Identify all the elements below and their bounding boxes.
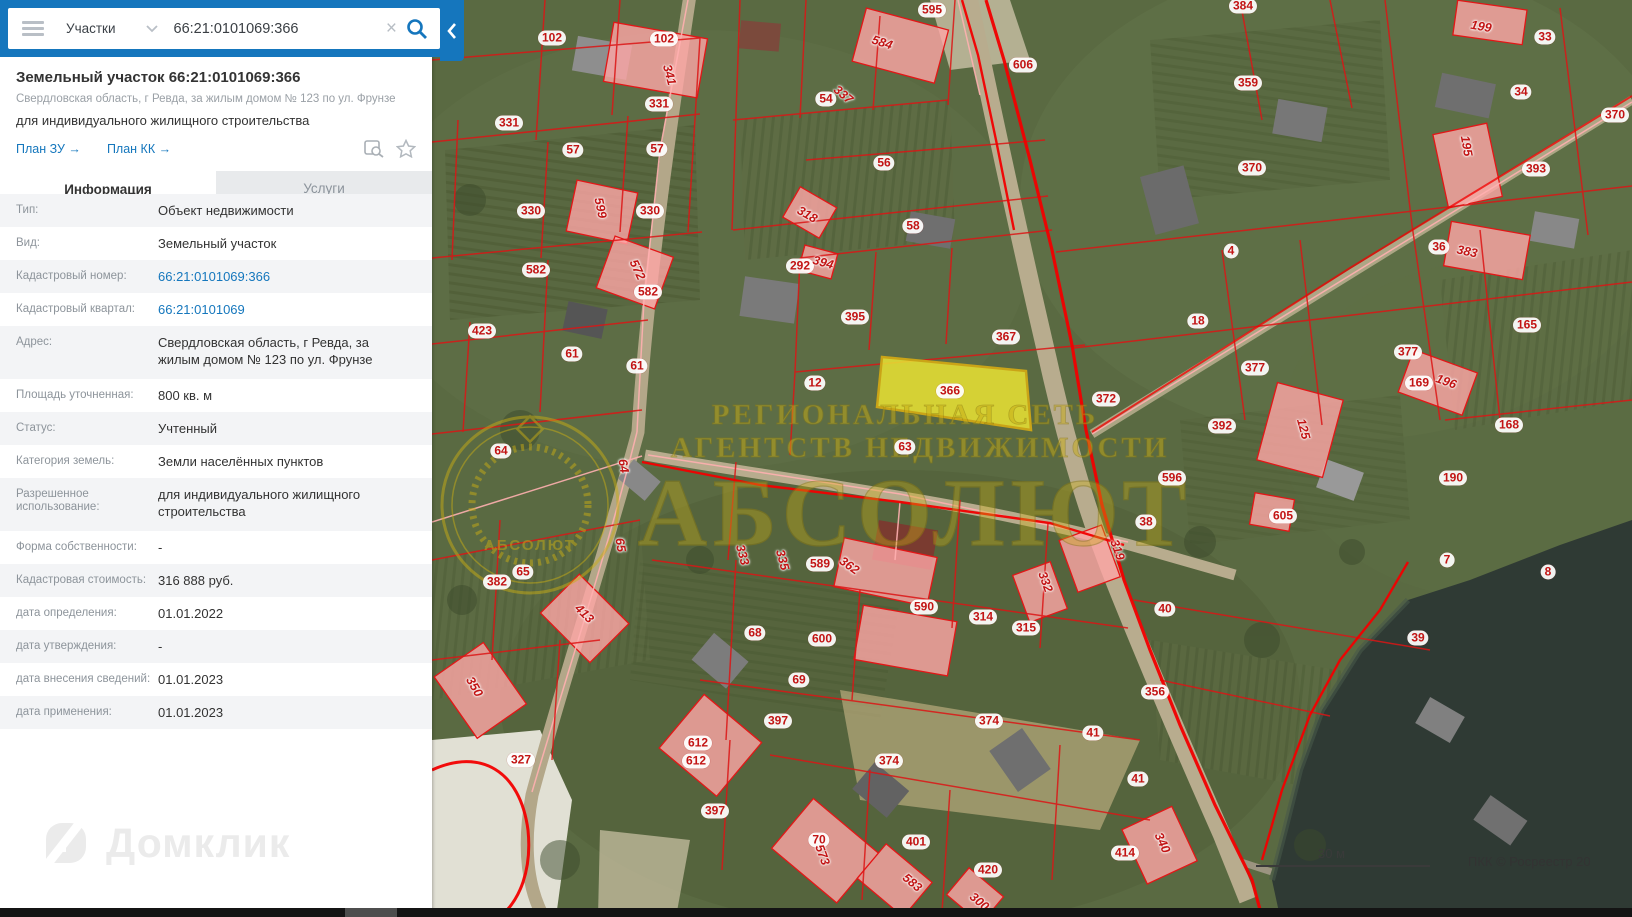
watermark-line1: РЕГИОНАЛЬНАЯ СЕТЬ — [712, 399, 1098, 431]
cadastral-map-app: АБСОЛЮТ РЕГИОНАЛЬНАЯ СЕТЬ АГЕНТСТВ НЕДВИ… — [0, 0, 1632, 917]
chevron-down-icon[interactable] — [145, 24, 158, 33]
search-icon[interactable] — [406, 18, 428, 40]
cadastral-block-link[interactable]: 66:21:0101069 — [158, 293, 245, 318]
clear-search-icon[interactable]: × — [379, 18, 404, 40]
cadastral-number-link[interactable]: 66:21:0101069:366 — [158, 260, 270, 285]
chevron-left-icon — [447, 22, 456, 39]
menu-icon[interactable] — [22, 18, 44, 39]
info-row-area: Площадь уточненная: 800 кв. м — [16, 388, 213, 403]
plan-zu-link[interactable]: План ЗУ → — [16, 142, 81, 156]
info-row-cadastral-value: Кадастровая стоимость: 316 888 руб. — [0, 564, 432, 597]
domclick-logo-icon — [41, 817, 87, 869]
info-row-cadastral-number: Кадастровый номер: 66:21:0101069:366 — [0, 260, 432, 293]
map-canvas[interactable]: АБСОЛЮТ РЕГИОНАЛЬНАЯ СЕТЬ АГЕНТСТВ НЕДВИ… — [432, 0, 1632, 917]
plan-kk-link[interactable]: План КК → — [107, 142, 171, 156]
map-viewport[interactable]: АБСОЛЮТ РЕГИОНАЛЬНАЯ СЕТЬ АГЕНТСТВ НЕДВИ… — [432, 0, 1632, 917]
info-row-ownership-form: Форма собственности: - — [16, 540, 163, 555]
info-rows: Тип: Объект недвижимости Вид: Земельный … — [0, 194, 432, 729]
search-bar: Участки × — [8, 8, 440, 49]
info-row-address: Адрес: Свердловская область, г Ревда, за… — [0, 326, 432, 379]
info-row-determination-date: дата определения: 01.01.2022 — [16, 606, 224, 621]
search-input[interactable] — [171, 19, 379, 38]
collapse-panel-button[interactable] — [440, 0, 464, 61]
info-row-application-date: дата применения: 01.01.2023 — [0, 696, 432, 729]
parcel-usage: для индивидуального жилищного строительс… — [16, 113, 310, 128]
watermark-emblem-text: АБСОЛЮТ — [484, 537, 576, 554]
info-row-land-category: Категория земель: Земли населённых пункт… — [16, 454, 324, 469]
watermark-big: АБСОЛЮТ — [638, 459, 1193, 566]
info-row-approval-date: дата утверждения: - — [0, 630, 432, 663]
info-row-status: Статус: Учтенный — [0, 412, 432, 445]
info-row-type: Тип: Объект недвижимости — [0, 194, 432, 227]
parcel-title: Земельный участок 66:21:0101069:366 — [16, 69, 301, 86]
bottom-strip-segment — [345, 908, 397, 917]
view-on-map-icon[interactable] — [364, 139, 384, 158]
info-row-cadastral-block: Кадастровый квартал: 66:21:0101069 — [0, 293, 432, 326]
favorite-star-icon[interactable] — [396, 139, 416, 158]
bottom-strip — [0, 908, 1632, 917]
info-row-kind: Вид: Земельный участок — [16, 236, 277, 251]
search-category-dropdown[interactable]: Участки — [66, 21, 116, 36]
map-attribution: ПКК © Росреестр 20 — [1468, 854, 1591, 869]
info-row-permitted-use: Разрешенное использование: для индивидуа… — [0, 478, 432, 531]
info-row-entry-date: дата внесения сведений: 01.01.2023 — [16, 672, 224, 687]
scale-label: 30 м — [1318, 846, 1345, 861]
parcel-address-subtitle: Свердловская область, г Ревда, за жилым … — [16, 93, 396, 105]
domclick-watermark: Домклик — [40, 817, 290, 869]
info-panel: Земельный участок 66:21:0101069:366 Свер… — [0, 57, 432, 917]
